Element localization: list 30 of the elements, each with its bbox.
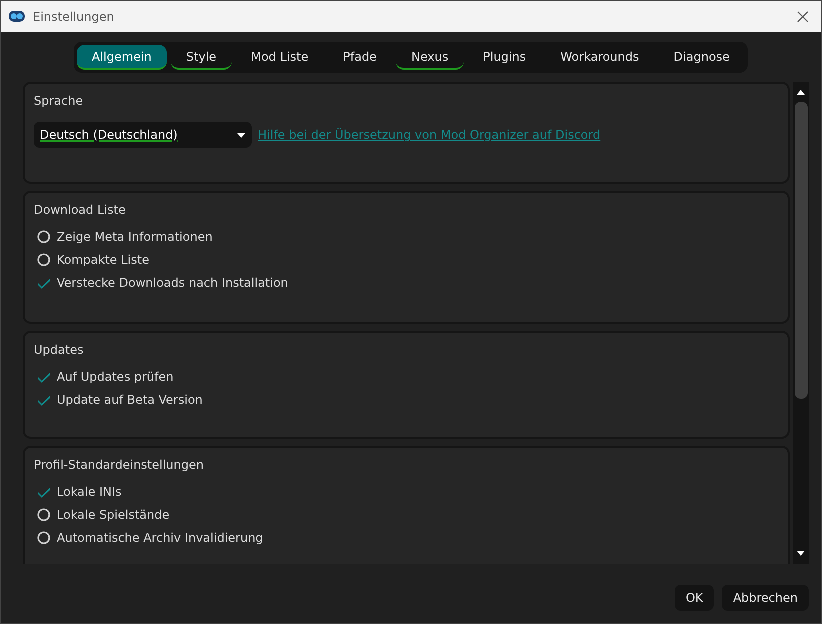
checkbox-option[interactable]: Kompakte Liste — [34, 248, 150, 271]
checkbox-option[interactable]: Verstecke Downloads nach Installation — [34, 271, 288, 294]
language-dropdown[interactable]: Deutsch (Deutschland) — [34, 122, 252, 148]
checkbox-option[interactable]: Auf Updates prüfen — [34, 365, 174, 388]
scrollbar-thumb[interactable] — [794, 102, 808, 399]
window-title: Einstellungen — [33, 8, 114, 26]
checkbox-option[interactable]: Lokale INIs — [34, 480, 122, 503]
checkbox-option[interactable]: Update auf Beta Version — [34, 388, 203, 411]
tab[interactable]: Pfade — [328, 45, 392, 70]
app-logo-icon — [9, 11, 25, 22]
tab[interactable]: Allgemein — [77, 45, 167, 70]
dialog-button[interactable]: OK — [674, 585, 714, 611]
group-title: Sprache — [34, 93, 84, 110]
tab[interactable]: Workarounds — [546, 45, 654, 70]
dialog-button[interactable]: Abbrechen — [722, 585, 809, 611]
caret-icon — [237, 132, 246, 138]
close-icon[interactable] — [797, 10, 809, 22]
tab[interactable]: Nexus — [396, 45, 464, 70]
help-link[interactable]: Hilfe bei der Übersetzung von Mod Organizer auf Discord — [258, 126, 601, 144]
group-title: Updates — [34, 342, 84, 359]
checkbox-option[interactable]: Zeige Meta Informationen — [34, 225, 213, 248]
group-title: Profil-Standardeinstellungen — [34, 457, 204, 474]
checkbox-option[interactable]: Automatische Archiv Invalidierung — [34, 526, 264, 549]
tab[interactable]: Mod Liste — [236, 45, 324, 70]
tab[interactable]: Diagnose — [658, 45, 745, 70]
tab[interactable]: Style — [171, 45, 232, 70]
group-title: Download Liste — [34, 202, 126, 219]
checkbox-option[interactable]: Lokale Spielstände — [34, 503, 170, 526]
tab[interactable]: Plugins — [468, 45, 542, 70]
scrollbar[interactable] — [793, 82, 809, 564]
